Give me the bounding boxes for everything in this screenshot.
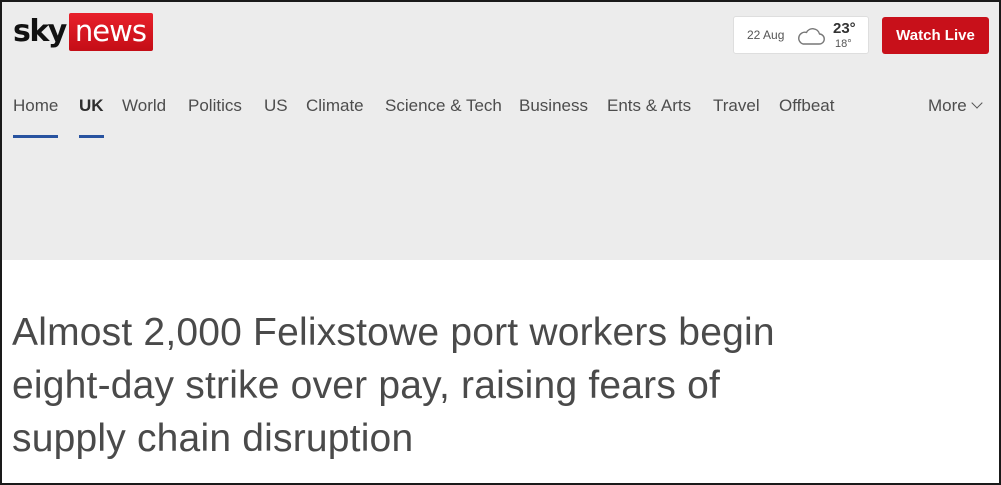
nav-item-label: Business [519,96,588,115]
nav-item-label: Climate [306,96,364,115]
nav-item-label: US [264,96,288,115]
nav-item-travel[interactable]: Travel [713,96,760,140]
nav-item-business[interactable]: Business [519,96,588,140]
advert-placeholder [2,138,999,260]
nav-more-label: More [928,96,967,115]
watch-live-button[interactable]: Watch Live [882,17,989,54]
nav-item-home[interactable]: Home [13,96,59,140]
nav-item-ents-arts[interactable]: Ents & Arts [607,96,691,140]
main-navigation: Home UK World Politics US Climate Scienc… [2,84,999,140]
sky-news-logo[interactable]: sky news [13,13,153,51]
weather-date: 22 Aug [747,28,785,42]
logo-news-text: news [68,13,153,51]
nav-item-label: Science & Tech [385,96,502,115]
nav-item-us[interactable]: US [264,96,288,140]
nav-item-politics[interactable]: Politics [188,96,242,140]
weather-high-temp: 23° [833,20,856,37]
nav-more-menu[interactable]: More [928,96,983,140]
chevron-down-icon [971,97,983,109]
weather-widget[interactable]: 22 Aug 23° 18° [733,16,869,54]
nav-item-science-tech[interactable]: Science & Tech [385,96,502,140]
nav-item-label: Offbeat [779,96,835,115]
nav-item-uk[interactable]: UK [79,96,104,140]
article-headline: Almost 2,000 Felixstowe port workers beg… [12,311,775,460]
nav-item-label: World [122,96,167,115]
top-bar: sky news 22 Aug 23° 18° Watch Live [2,2,999,72]
logo-sky-text: sky [13,14,67,49]
nav-item-climate[interactable]: Climate [306,96,364,140]
nav-item-label: UK [79,96,104,115]
nav-item-offbeat[interactable]: Offbeat [779,96,834,140]
weather-low-temp: 18° [835,38,852,50]
cloud-icon [796,25,826,47]
nav-item-world[interactable]: World [122,96,166,140]
nav-item-label: Politics [188,96,242,115]
nav-item-label: Home [13,96,59,115]
nav-item-label: Travel [713,96,760,115]
nav-item-label: Ents & Arts [607,96,692,115]
